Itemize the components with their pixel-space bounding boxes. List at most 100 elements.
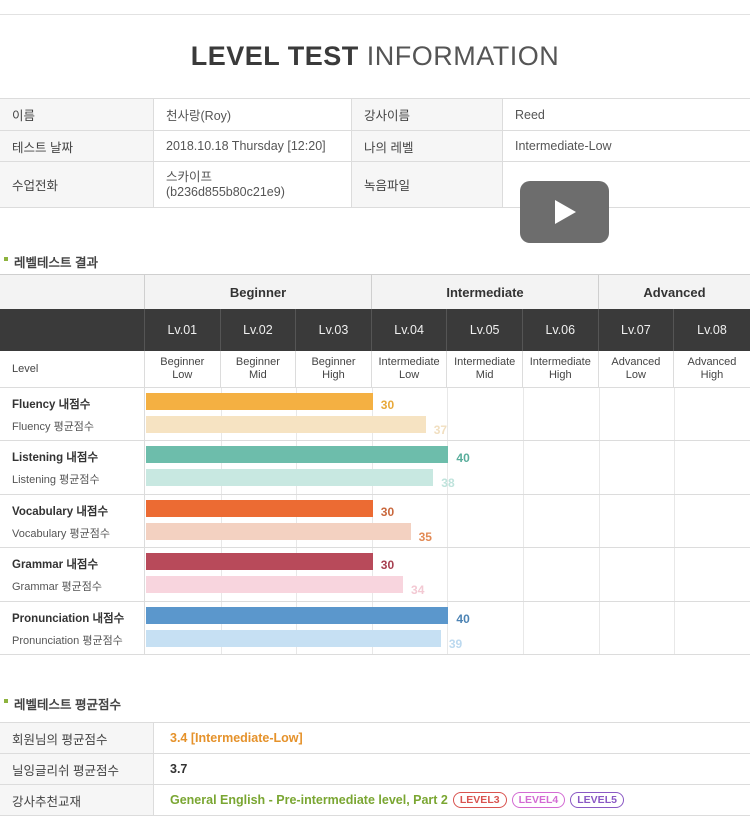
grid-line [598, 601, 600, 654]
value-my-level: Intermediate-Low [515, 139, 612, 153]
grid-line [674, 548, 676, 601]
level-name: Intermediate Low [372, 351, 448, 387]
level-tag: LEVEL5 [570, 792, 624, 808]
skill-avg-score-label: Fluency 평균점수 [12, 421, 95, 433]
label-recommended-textbook: 강사추천교재 [0, 785, 154, 815]
avg-row-member: 회원님의 평균점수 3.4 [Intermediate-Low] [0, 723, 750, 754]
play-recording-button[interactable] [520, 181, 609, 243]
my-score-bar [146, 553, 373, 571]
bullet-icon [4, 698, 8, 703]
level-name: Advanced Low [599, 351, 675, 387]
page-title: LEVEL TEST INFORMATION [191, 41, 560, 72]
value-test-date: 2018.10.18 Thursday [12:20] [154, 131, 352, 161]
value-teacher: Reed [515, 107, 545, 122]
average-title-text: 레벨테스트 평균점수 [14, 698, 121, 712]
label-recording: 녹음파일 [352, 162, 503, 207]
page-title-box: LEVEL TEST INFORMATION [0, 14, 750, 98]
level-name: Beginner Low [145, 351, 221, 387]
textbook-name[interactable]: General English - Pre-intermediate level… [170, 793, 448, 807]
level-header-blank [0, 309, 145, 351]
grid-line [674, 388, 676, 441]
grid-line [447, 494, 449, 548]
my-score-bar [146, 606, 449, 624]
my-score-value: 30 [380, 504, 395, 519]
group-beginner: Beginner [145, 275, 372, 309]
skill-row: Fluency 내점수 Fluency 평균점수 30 37 [0, 388, 750, 442]
level-header-row: Lv.01 Lv.02 Lv.03 Lv.04 Lv.05 Lv.06 Lv.0… [0, 309, 750, 351]
level-name: Intermediate High [523, 351, 599, 387]
info-row-date: 테스트 날짜 2018.10.18 Thursday [12:20] 나의 레벨… [0, 131, 750, 162]
grid-line [674, 601, 676, 654]
my-score-value: 30 [380, 558, 395, 573]
value-name: 천사랑(Roy) [154, 99, 352, 130]
results-title-text: 레벨테스트 결과 [14, 256, 98, 270]
skill-row: Listening 내점수 Listening 평균점수 40 38 [0, 441, 750, 495]
avg-score-value: 35 [418, 529, 432, 544]
group-intermediate: Intermediate [372, 275, 599, 309]
group-header-blank [0, 275, 145, 309]
skill-my-score-label: Vocabulary 내점수 [12, 505, 109, 518]
skill-row: Pronunciation 내점수 Pronunciation 평균점수 40 39 [0, 601, 750, 655]
value-site-avg: 3.7 [170, 762, 188, 776]
my-score-bar [146, 446, 449, 464]
grid-line [523, 548, 524, 601]
skill-label-cell: Vocabulary 내점수 Vocabulary 평균점수 [0, 494, 145, 548]
level-name: Advanced High [687, 356, 737, 381]
skill-my-score-label: Listening 내점수 [12, 452, 99, 465]
level-header: Lv.02 [221, 309, 297, 351]
group-header-row: Beginner Intermediate Advanced [0, 274, 750, 309]
avg-score-value: 37 [433, 423, 448, 437]
skill-row: Vocabulary 내점수 Vocabulary 평균점수 30 35 [0, 494, 750, 549]
grid-line [447, 388, 449, 441]
level-header: Lv.06 [523, 309, 599, 351]
avg-score-bar [146, 576, 404, 594]
grid-line [523, 388, 524, 441]
level-name: Intermediate Mid [447, 351, 523, 387]
level-header: Lv.07 [599, 309, 675, 351]
grid-line [447, 548, 449, 601]
grid-line [523, 441, 524, 494]
level-test-page: LEVEL TEST INFORMATION 이름 천사랑(Roy) 강사이름 … [0, 0, 750, 832]
level-name-row: Level Beginner Low Beginner Mid Beginner… [0, 351, 750, 388]
average-table: 회원님의 평균점수 3.4 [Intermediate-Low] 닐잉글리쉬 평… [0, 722, 750, 816]
bullet-icon [4, 256, 8, 261]
value-recommended-textbook: General English - Pre-intermediate level… [154, 785, 750, 815]
level-header: Lv.03 [296, 309, 372, 351]
results-grid: Beginner Intermediate Advanced Lv.01 Lv.… [0, 274, 750, 655]
skill-avg-score-label: Vocabulary 평균점수 [12, 527, 110, 540]
my-score-bar [146, 393, 373, 410]
avg-score-value: 38 [441, 476, 455, 491]
avg-score-bar [146, 522, 411, 540]
avg-row-site: 닐잉글리쉬 평균점수 3.7 [0, 754, 750, 785]
level-header: Lv.01 [145, 309, 221, 351]
play-icon [554, 200, 576, 224]
skill-my-score-label: Fluency 내점수 [12, 399, 91, 411]
group-advanced: Advanced [643, 284, 706, 300]
skill-my-score-label: Pronunciation 내점수 [12, 612, 125, 625]
label-site-avg: 닐잉글리쉬 평균점수 [0, 754, 154, 784]
grid-line [598, 494, 600, 548]
skill-avg-score-label: Listening 평균점수 [12, 474, 100, 487]
info-row-name: 이름 천사랑(Roy) 강사이름 Reed [0, 99, 750, 131]
avg-score-value: 34 [411, 583, 425, 598]
avg-row-textbook: 강사추천교재 General English - Pre-intermediat… [0, 785, 750, 816]
label-name: 이름 [0, 99, 154, 130]
skill-score-rows: Fluency 내점수 Fluency 평균점수 30 37 Listening 내점수… [0, 388, 750, 655]
my-score-value: 40 [456, 451, 470, 466]
title-bold: LEVEL TEST [190, 41, 359, 71]
avg-score-bar [146, 416, 426, 433]
skill-row: Grammar 내점수 Grammar 평균점수 30 34 [0, 548, 750, 602]
grid-line [674, 494, 676, 548]
value-member-avg: 3.4 [Intermediate-Low] [170, 731, 303, 745]
grid-line [598, 441, 600, 494]
title-light: INFORMATION [366, 41, 560, 71]
grid-line [523, 601, 524, 654]
avg-score-bar [146, 629, 441, 647]
grid-line [598, 548, 600, 601]
level-row-label: Level [0, 351, 145, 387]
level-name: Beginner High [296, 351, 372, 387]
level-name: Beginner Mid [221, 351, 297, 387]
grid-line [598, 388, 600, 441]
label-my-level: 나의 레벨 [352, 131, 503, 161]
info-table: 이름 천사랑(Roy) 강사이름 Reed 테스트 날짜 2018.10.18 … [0, 98, 750, 208]
